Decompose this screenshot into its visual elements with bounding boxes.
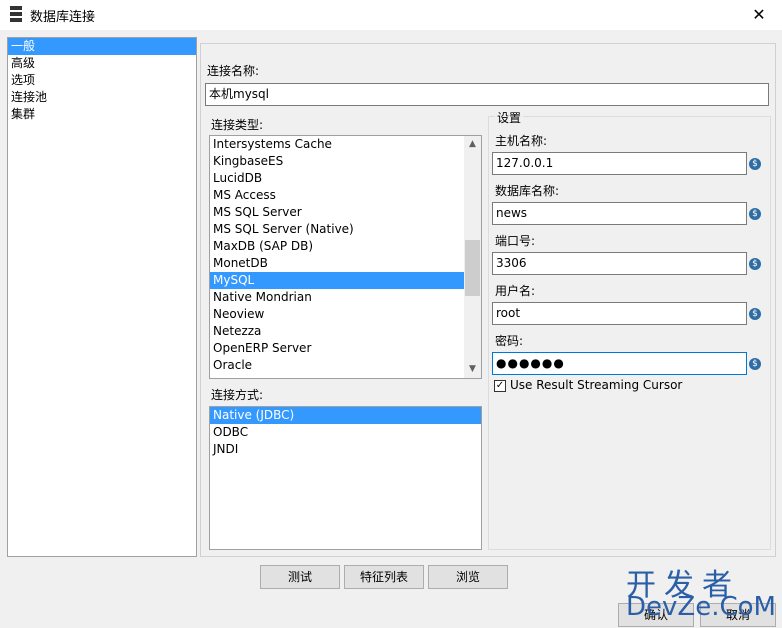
scroll-up-icon[interactable]: ▲ <box>464 136 481 153</box>
test-button[interactable]: 测试 <box>260 565 340 589</box>
window-title: 数据库连接 <box>30 10 96 25</box>
connection-type-scrollbar[interactable]: ▲ ▼ <box>464 136 481 378</box>
variable-icon[interactable]: $ <box>749 258 761 270</box>
nav-item-options[interactable]: 选项 <box>8 72 196 89</box>
password-label: 密码: <box>495 334 524 348</box>
list-item[interactable]: ODBC <box>210 424 481 441</box>
list-item[interactable]: Netezza <box>210 323 481 340</box>
connection-name-input[interactable]: 本机mysql <box>205 83 769 106</box>
list-item[interactable]: MonetDB <box>210 255 481 272</box>
port-label: 端口号: <box>495 234 536 248</box>
category-list: 一般 高级 选项 连接池 集群 <box>7 37 197 557</box>
streaming-cursor-checkbox[interactable]: ✓ <box>494 380 506 392</box>
nav-item-cluster[interactable]: 集群 <box>8 106 196 123</box>
nav-item-advanced[interactable]: 高级 <box>8 55 196 72</box>
general-panel: 连接名称: 本机mysql 连接类型: Intersystems Cache K… <box>200 43 776 557</box>
scroll-thumb[interactable] <box>465 240 480 296</box>
list-item[interactable]: OpenERP Server <box>210 340 481 357</box>
variable-icon[interactable]: $ <box>749 158 761 170</box>
password-input[interactable]: ●●●●●● <box>492 352 747 375</box>
watermark-domain: DevZe.CoM <box>626 592 776 622</box>
close-icon[interactable]: ✕ <box>736 0 782 30</box>
connection-name-label: 连接名称: <box>207 64 260 78</box>
list-item[interactable]: Oracle <box>210 357 481 374</box>
list-item[interactable]: KingbaseES <box>210 153 481 170</box>
username-label: 用户名: <box>495 284 536 298</box>
username-input[interactable]: root <box>492 302 747 325</box>
list-item[interactable]: MS SQL Server (Native) <box>210 221 481 238</box>
connection-type-list[interactable]: Intersystems Cache KingbaseES LucidDB MS… <box>209 135 482 379</box>
port-input[interactable]: 3306 <box>492 252 747 275</box>
access-method-list[interactable]: Native (JDBC) ODBC JNDI <box>209 406 482 550</box>
list-item-selected[interactable]: MySQL <box>210 272 481 289</box>
list-item[interactable]: MS SQL Server <box>210 204 481 221</box>
feature-list-button[interactable]: 特征列表 <box>344 565 424 589</box>
scroll-down-icon[interactable]: ▼ <box>464 361 481 378</box>
title-bar: 数据库连接 ✕ <box>0 0 782 30</box>
list-item-selected[interactable]: Native (JDBC) <box>210 407 481 424</box>
variable-icon[interactable]: $ <box>749 208 761 220</box>
nav-item-pooling[interactable]: 连接池 <box>8 89 196 106</box>
list-item[interactable]: Native Mondrian <box>210 289 481 306</box>
settings-group: 设置 主机名称: 127.0.0.1 $ 数据库名称: news $ 端口号: … <box>488 109 771 550</box>
list-item[interactable]: MaxDB (SAP DB) <box>210 238 481 255</box>
list-item[interactable]: Intersystems Cache <box>210 136 481 153</box>
nav-item-general[interactable]: 一般 <box>8 38 196 55</box>
list-item[interactable]: MS Access <box>210 187 481 204</box>
settings-title: 设置 <box>495 109 524 126</box>
variable-icon[interactable]: $ <box>749 358 761 370</box>
list-item[interactable]: LucidDB <box>210 170 481 187</box>
connection-type-label: 连接类型: <box>211 118 264 132</box>
database-name-input[interactable]: news <box>492 202 747 225</box>
list-item[interactable]: Neoview <box>210 306 481 323</box>
host-input[interactable]: 127.0.0.1 <box>492 152 747 175</box>
connection-type-items: Intersystems Cache KingbaseES LucidDB MS… <box>210 136 481 374</box>
access-method-label: 连接方式: <box>211 388 264 402</box>
database-icon <box>10 6 22 22</box>
host-label: 主机名称: <box>495 134 548 148</box>
browse-button[interactable]: 浏览 <box>428 565 508 589</box>
database-name-label: 数据库名称: <box>495 184 560 198</box>
variable-icon[interactable]: $ <box>749 308 761 320</box>
list-item[interactable]: JNDI <box>210 441 481 458</box>
streaming-cursor-label: Use Result Streaming Cursor <box>510 378 683 392</box>
